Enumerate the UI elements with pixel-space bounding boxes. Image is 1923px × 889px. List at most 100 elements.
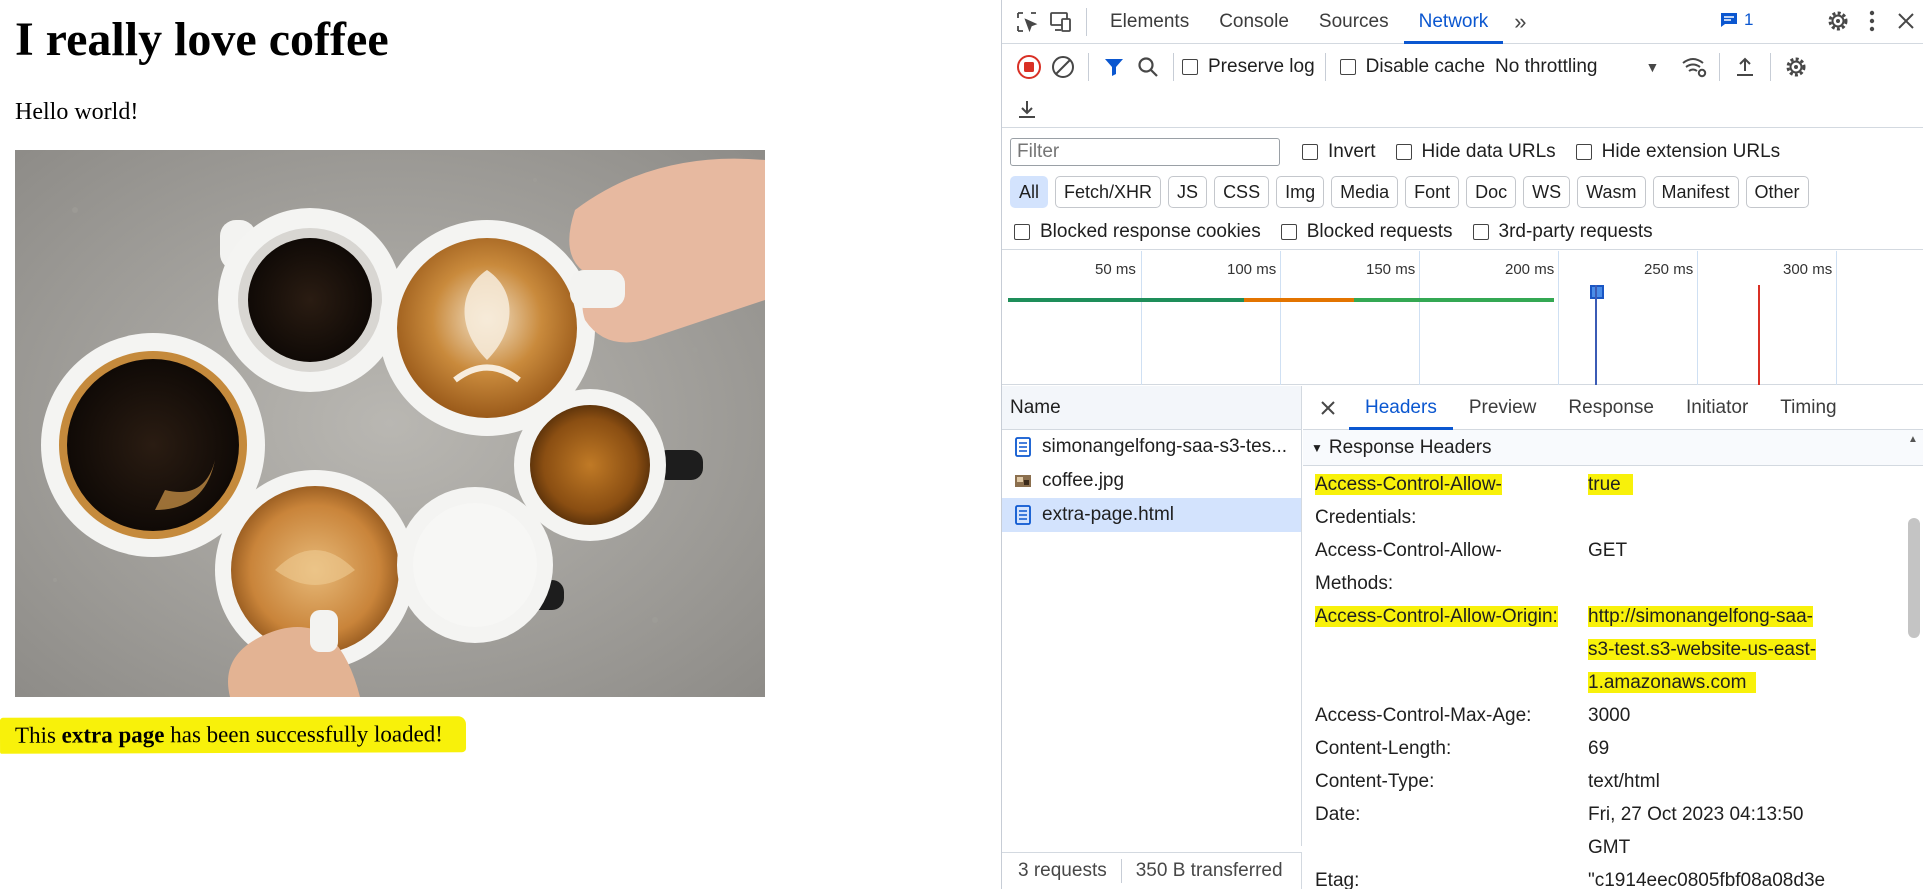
devtools-window-controls [1821,4,1923,38]
header-key-text: Credentials: [1315,507,1417,528]
timeline-label: 50 ms [1095,261,1136,278]
close-devtools-icon[interactable] [1889,4,1923,38]
third-party-requests-checkbox[interactable]: 3rd-party requests [1472,221,1653,243]
network-settings-gear-icon[interactable] [1779,50,1813,84]
tab-timing[interactable]: Timing [1764,386,1852,430]
import-har-icon[interactable] [1728,50,1762,84]
filter-funnel-icon[interactable] [1097,50,1131,84]
tab-elements[interactable]: Elements [1095,0,1204,44]
checkbox-box[interactable] [1575,144,1592,160]
type-filter-font[interactable]: Font [1405,176,1460,208]
kebab-menu-icon[interactable] [1855,4,1889,38]
hide-data-urls-checkbox[interactable]: Hide data URLs [1395,141,1556,163]
search-icon[interactable] [1131,50,1165,84]
tab-response[interactable]: Response [1552,386,1670,430]
header-value: Fri, 27 Oct 2023 04:13:50 GMT [1588,798,1848,864]
blocked-requests-checkbox[interactable]: Blocked requests [1280,221,1453,243]
type-filter-doc[interactable]: Doc [1466,176,1517,208]
header-key: Access-Control-Allow- Credentials: [1303,468,1588,534]
preserve-log-checkbox[interactable]: Preserve log [1182,56,1315,78]
type-filter-all[interactable]: All [1010,176,1049,208]
scrollbar-thumb[interactable] [1908,518,1920,638]
device-toolbar-icon[interactable] [1044,5,1078,39]
separator [1324,53,1326,81]
disable-cache-checkbox[interactable]: Disable cache [1339,56,1485,78]
request-row[interactable]: simonangelfong-saa-s3-tes... [1002,430,1301,464]
image-file-icon [1015,475,1031,487]
timeline-request-bar [1244,298,1354,302]
timeline-label: 100 ms [1227,261,1277,278]
tab-initiator[interactable]: Initiator [1670,386,1764,430]
type-filter-js[interactable]: JS [1168,176,1208,208]
checkbox-box[interactable] [1302,144,1318,160]
tab-headers[interactable]: Headers [1349,386,1453,430]
export-har-icon[interactable] [1010,92,1044,126]
response-headers-list: Access-Control-Allow- Credentials: true A… [1303,468,1903,889]
header-row: Access-Control-Allow-Origin: http://simo… [1303,600,1903,699]
record-stop-icon[interactable] [1012,50,1046,84]
settings-gear-icon[interactable] [1821,4,1855,38]
invert-checkbox[interactable]: Invert [1302,141,1376,163]
type-filter-wasm[interactable]: Wasm [1577,176,1646,208]
type-filter-fetch-xhr[interactable]: Fetch/XHR [1055,176,1162,208]
type-filter-manifest[interactable]: Manifest [1652,176,1739,208]
timeline-label: 250 ms [1644,261,1694,278]
close-detail-icon[interactable] [1311,391,1345,425]
name-column-header[interactable]: Name [1002,386,1302,430]
timeline-gridline [1558,251,1559,385]
header-value: true [1588,468,1848,534]
success-text-bold: extra page [61,722,165,748]
expand-triangle-icon: ▼ [1311,440,1323,455]
type-filter-ws[interactable]: WS [1523,176,1571,208]
header-value-text: Fri, 27 Oct 2023 04:13:50 [1588,804,1804,825]
checkbox-box[interactable] [1182,59,1198,75]
hide-data-urls-label: Hide data URLs [1421,141,1556,162]
timeline-gridline [1280,251,1281,385]
response-headers-section[interactable]: ▼ Response Headers [1303,430,1923,466]
tab-console[interactable]: Console [1204,0,1304,44]
header-value: GET [1588,540,1628,561]
throttling-select[interactable]: No throttling ▼ [1495,56,1659,78]
success-message: This extra page has been successfully lo… [0,716,467,754]
checkbox-box[interactable] [1472,223,1489,240]
network-timeline-overview[interactable]: 50 ms 100 ms 150 ms 200 ms 250 ms 300 ms [1002,251,1923,385]
header-value-text: s3-test.s3-website-us-east- [1588,639,1817,660]
checkbox-box[interactable] [1395,144,1412,160]
more-tabs-icon[interactable]: » [1503,5,1537,39]
type-filter-media[interactable]: Media [1331,176,1399,208]
blocked-cookies-label: Blocked response cookies [1040,220,1261,242]
tab-preview[interactable]: Preview [1453,386,1553,430]
filter-input[interactable] [1010,138,1280,166]
checkbox-box[interactable] [1339,59,1356,75]
checkbox-box[interactable] [1014,223,1030,240]
coffee-image [15,150,765,697]
web-page: I really love coffee Hello world! This e… [0,0,1001,889]
type-filter-css[interactable]: CSS [1214,176,1270,208]
request-row[interactable]: coffee.jpg [1002,464,1301,498]
inspect-element-icon[interactable] [1010,5,1044,39]
detail-tabbar: Headers Preview Response Initiator Timin… [1303,386,1923,430]
header-row: Access-Control-Max-Age: 3000 [1303,699,1903,732]
clear-icon[interactable] [1046,50,1080,84]
scroll-up-arrow-icon[interactable]: ▲ [1908,434,1918,445]
timeline-gridline [1419,251,1420,385]
hide-extension-urls-checkbox[interactable]: Hide extension URLs [1575,141,1780,163]
timeline-gridline [1836,251,1837,385]
checkbox-box[interactable] [1280,223,1297,240]
tab-sources[interactable]: Sources [1304,0,1404,44]
dom-content-loaded-line [1595,285,1597,385]
request-name: simonangelfong-saa-s3-tes... [1042,436,1288,457]
header-value-text: http://simonangelfong-saa- [1588,606,1813,627]
header-row: Access-Control-Allow- Credentials: true [1303,468,1903,534]
detail-scrollbar[interactable]: ▲ [1904,430,1923,889]
invert-label: Invert [1328,141,1376,162]
request-row-selected[interactable]: extra-page.html [1002,498,1301,532]
throttling-value: No throttling [1495,56,1598,77]
network-conditions-icon[interactable] [1677,50,1711,84]
header-key-text: Access-Control-Allow- [1315,540,1502,561]
messages-badge[interactable]: 1 [1720,10,1753,30]
type-filter-other[interactable]: Other [1745,176,1809,208]
tab-network[interactable]: Network [1403,0,1504,44]
blocked-response-cookies-checkbox[interactable]: Blocked response cookies [1014,221,1261,243]
type-filter-img[interactable]: Img [1276,176,1325,208]
